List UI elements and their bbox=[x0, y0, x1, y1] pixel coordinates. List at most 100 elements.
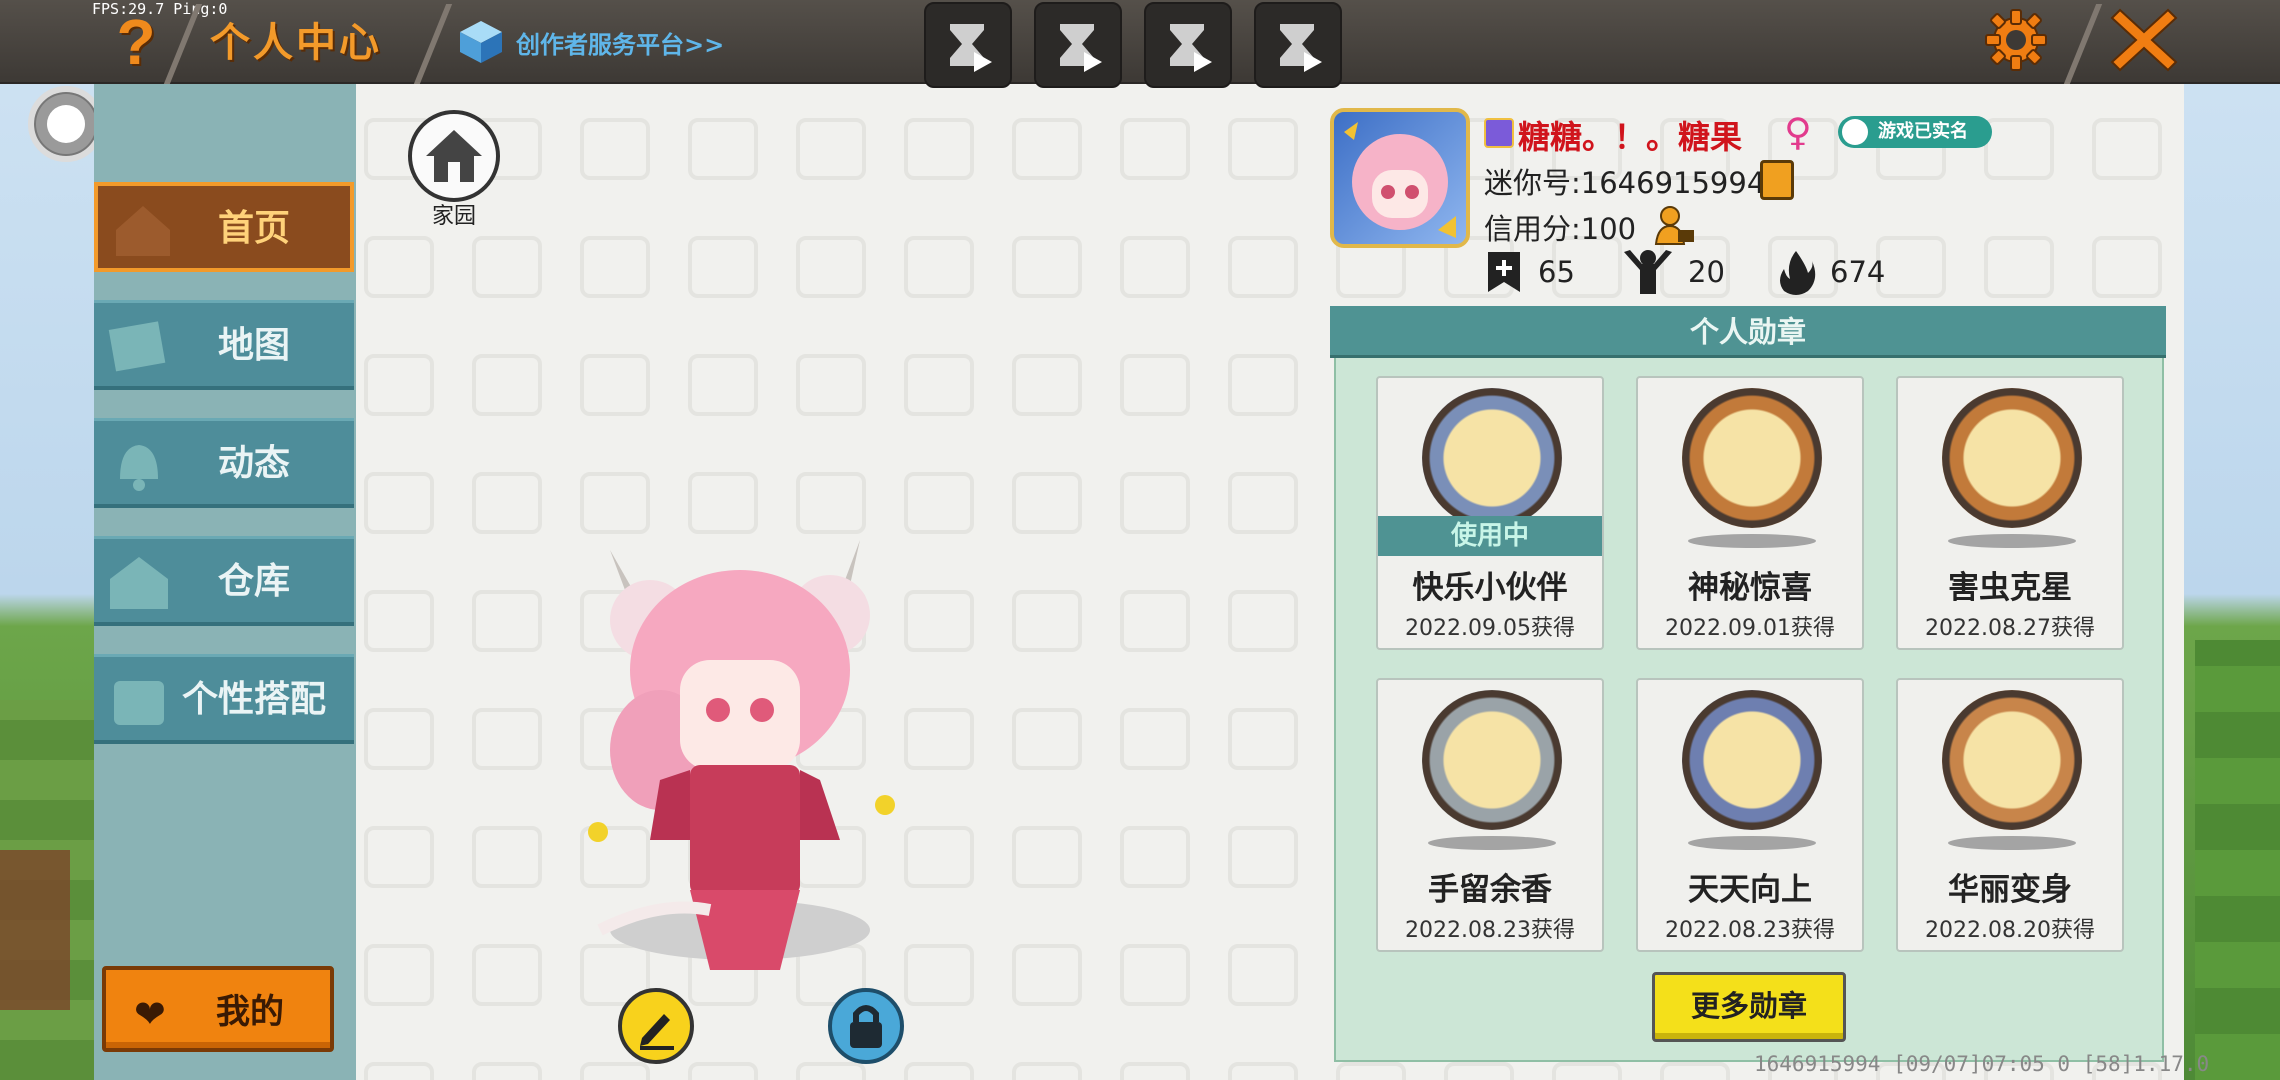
pattern-tile bbox=[1012, 590, 1082, 652]
badge-medal-icon bbox=[1942, 388, 2082, 528]
badge-medal-icon bbox=[1422, 388, 1562, 528]
mine-button[interactable]: ❤ 我的 bbox=[102, 966, 334, 1052]
pattern-tile bbox=[796, 236, 866, 298]
edit-button[interactable] bbox=[618, 988, 694, 1064]
pattern-tile bbox=[1984, 236, 2054, 298]
badge-card[interactable]: 华丽变身 2022.08.20获得 bbox=[1896, 678, 2124, 952]
badge-name: 快乐小伙伴 bbox=[1412, 570, 1568, 606]
medal-shadow bbox=[1948, 836, 2076, 850]
pattern-tile bbox=[472, 944, 542, 1006]
creator-link-label: 创作者服务平台>> bbox=[516, 30, 725, 59]
sidebar-item-feed[interactable]: 动态 bbox=[94, 418, 354, 508]
close-icon[interactable] bbox=[2110, 6, 2178, 74]
help-button[interactable]: ? bbox=[112, 8, 160, 76]
home-label: 家园 bbox=[431, 204, 476, 229]
pattern-tile bbox=[472, 708, 542, 770]
settings-gear-icon[interactable] bbox=[1982, 6, 2050, 74]
pattern-tile bbox=[1228, 826, 1298, 888]
sidebar-item-map[interactable]: 地图 bbox=[94, 300, 354, 390]
recording-button[interactable] bbox=[1144, 2, 1232, 88]
pattern-tile bbox=[796, 354, 866, 416]
medal-shadow bbox=[1428, 836, 1556, 850]
badge-card[interactable]: 天天向上 2022.08.23获得 bbox=[1636, 678, 1864, 952]
profile-avatar[interactable] bbox=[1330, 108, 1470, 248]
badge-card[interactable]: 使用中 快乐小伙伴 2022.09.05获得 bbox=[1376, 376, 1604, 650]
pattern-tile bbox=[904, 354, 974, 416]
world-background-right bbox=[2195, 640, 2280, 1080]
medal-shadow bbox=[1688, 836, 1816, 850]
badge-name: 神秘惊喜 bbox=[1688, 570, 1812, 606]
pattern-tile bbox=[796, 1062, 866, 1080]
mini-id: 迷你号:1646915994 bbox=[1484, 166, 1766, 200]
sidebar-item-label: 个性搭配 bbox=[181, 679, 326, 720]
sidebar-item-warehouse[interactable]: 仓库 bbox=[94, 536, 354, 626]
badge-card[interactable]: 害虫克星 2022.08.27获得 bbox=[1896, 376, 2124, 650]
badge-medal-icon bbox=[1942, 690, 2082, 830]
lock-button[interactable] bbox=[828, 988, 904, 1064]
add-friend-stat[interactable]: 65 bbox=[1484, 250, 1575, 294]
fire-count: 674 bbox=[1830, 255, 1886, 289]
pattern-tile bbox=[1228, 236, 1298, 298]
pattern-tile bbox=[1120, 708, 1190, 770]
pattern-tile bbox=[472, 590, 542, 652]
badges-title: 个人勋章 bbox=[1330, 306, 2166, 358]
medal-shadow bbox=[1688, 534, 1816, 548]
pattern-tile bbox=[688, 118, 758, 180]
pattern-tile bbox=[364, 944, 434, 1006]
vip-badge-icon bbox=[1484, 118, 1514, 148]
pattern-tile bbox=[1984, 118, 2054, 180]
pattern-tile bbox=[904, 1062, 974, 1080]
pattern-tile bbox=[2092, 118, 2162, 180]
pattern-tile bbox=[1012, 354, 1082, 416]
pattern-tile bbox=[1120, 118, 1190, 180]
player-character-avatar[interactable] bbox=[540, 510, 920, 980]
badge-date: 2022.08.20获得 bbox=[1925, 918, 2095, 943]
copy-icon[interactable] bbox=[1760, 160, 1794, 200]
pattern-tile bbox=[688, 236, 758, 298]
pattern-tile bbox=[1336, 1062, 1406, 1080]
pattern-tile bbox=[472, 1062, 542, 1080]
pattern-tile bbox=[364, 590, 434, 652]
badge-medal-icon bbox=[1682, 690, 1822, 830]
badge-medal-icon bbox=[1682, 388, 1822, 528]
pattern-tile bbox=[2092, 236, 2162, 298]
floating-menu-button[interactable] bbox=[28, 86, 104, 162]
credit-person-icon[interactable] bbox=[1652, 204, 1696, 246]
add-count: 65 bbox=[1538, 255, 1575, 289]
pattern-tile bbox=[1660, 1062, 1730, 1080]
pattern-tile bbox=[1228, 708, 1298, 770]
badge-card[interactable]: 神秘惊喜 2022.09.01获得 bbox=[1636, 376, 1864, 650]
page-title: 个人中心 bbox=[210, 20, 382, 66]
home-button[interactable] bbox=[408, 110, 500, 202]
badge-date: 2022.08.27获得 bbox=[1925, 616, 2095, 641]
female-gender-icon: ♀ bbox=[1784, 110, 1812, 154]
pattern-tile bbox=[364, 826, 434, 888]
lock-icon bbox=[850, 1005, 882, 1048]
pattern-tile bbox=[472, 472, 542, 534]
avatar-portrait-icon bbox=[1344, 122, 1456, 238]
pattern-tile bbox=[1228, 118, 1298, 180]
sidebar-item-home[interactable]: 首页 bbox=[94, 182, 354, 272]
fans-stat[interactable]: 20 bbox=[1622, 250, 1725, 294]
badge-date: 2022.09.01获得 bbox=[1665, 616, 1835, 641]
sidebar-item-outfit[interactable]: 个性搭配 bbox=[94, 654, 354, 744]
recording-button[interactable] bbox=[924, 2, 1012, 88]
recording-button[interactable] bbox=[1034, 2, 1122, 88]
badge-name: 害虫克星 bbox=[1948, 570, 2072, 606]
sidebar-item-label: 首页 bbox=[217, 208, 290, 249]
popularity-stat[interactable]: 674 bbox=[1776, 250, 1886, 295]
cube-icon bbox=[460, 21, 502, 63]
credit-score: 信用分:100 bbox=[1484, 212, 1637, 246]
house-icon bbox=[426, 130, 482, 182]
pattern-tile bbox=[1012, 118, 1082, 180]
pattern-tile bbox=[1012, 1062, 1082, 1080]
recording-button[interactable] bbox=[1254, 2, 1342, 88]
sidebar-item-label: 地图 bbox=[217, 325, 290, 366]
creator-platform-link[interactable]: 创作者服务平台>> bbox=[458, 14, 724, 70]
username: 糖糖。！。糖果 bbox=[1518, 118, 1743, 156]
pattern-tile bbox=[1228, 472, 1298, 534]
pattern-tile bbox=[796, 118, 866, 180]
pattern-tile bbox=[364, 1062, 434, 1080]
badge-card[interactable]: 手留余香 2022.08.23获得 bbox=[1376, 678, 1604, 952]
more-badges-button[interactable]: 更多勋章 bbox=[1652, 972, 1846, 1042]
